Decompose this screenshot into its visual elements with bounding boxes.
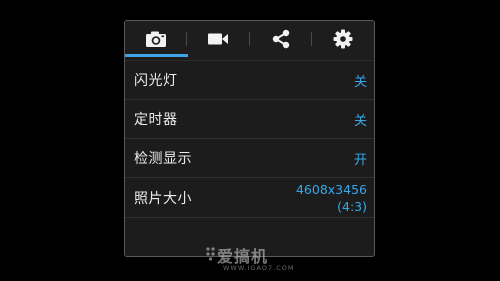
watermark-logo-icon <box>206 247 215 261</box>
watermark-url: WWW.IGAO7.COM <box>223 264 295 272</box>
tab-video[interactable] <box>187 21 250 57</box>
settings-tab-bar <box>125 21 374 61</box>
setting-label: 闪光灯 <box>134 73 178 89</box>
setting-row-flash[interactable]: 闪光灯 关 <box>125 61 374 100</box>
setting-row-photo-size[interactable]: 照片大小 4608x3456 (4:3) <box>125 178 374 218</box>
camera-settings-panel: 闪光灯 关 定时器 关 检测显示 开 照片大小 4608x3456 (4:3) <box>124 20 375 257</box>
settings-list: 闪光灯 关 定时器 关 检测显示 开 照片大小 4608x3456 (4:3) <box>125 61 374 218</box>
active-tab-indicator <box>125 54 188 57</box>
setting-value: 4608x3456 (4:3) <box>296 181 367 215</box>
tab-camera[interactable] <box>125 21 188 57</box>
setting-value: 开 <box>353 152 367 168</box>
setting-label: 检测显示 <box>134 151 192 167</box>
share-icon <box>271 29 291 49</box>
photo-aspect-ratio: (4:3) <box>337 198 367 214</box>
setting-row-detection[interactable]: 检测显示 开 <box>125 139 374 178</box>
tab-settings[interactable] <box>312 21 374 57</box>
setting-row-timer[interactable]: 定时器 关 <box>125 100 374 139</box>
setting-value: 关 <box>353 113 367 129</box>
setting-label: 定时器 <box>134 112 178 128</box>
tab-share[interactable] <box>250 21 312 57</box>
watermark: 爱搞机 WWW.IGAO7.COM <box>205 243 305 277</box>
photo-resolution: 4608x3456 <box>295 181 367 197</box>
gear-icon <box>333 29 353 49</box>
setting-label: 照片大小 <box>134 190 192 207</box>
camera-icon <box>145 30 167 48</box>
video-camera-icon <box>207 32 229 46</box>
setting-value: 关 <box>353 74 367 90</box>
